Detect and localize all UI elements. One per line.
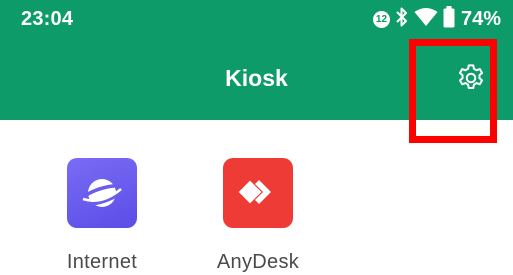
bluetooth-icon (395, 6, 409, 33)
app-grid: Internet AnyDesk (0, 120, 513, 275)
anydesk-icon (223, 158, 293, 228)
status-icons: 12 74% (372, 5, 501, 33)
notification-badge-icon: 12 (372, 10, 390, 28)
app-title: Kiosk (225, 65, 288, 91)
status-time: 23:04 (21, 8, 74, 30)
gear-icon (455, 62, 487, 99)
app-label-anydesk: AnyDesk (216, 251, 300, 273)
battery-percentage: 74% (460, 7, 501, 30)
wifi-icon (414, 7, 438, 32)
kiosk-screen: 23:04 12 74% Kiosk Internet AnyDesk (0, 0, 513, 275)
app-tile-anydesk[interactable]: AnyDesk (188, 158, 328, 274)
app-tile-internet[interactable]: Internet (32, 158, 172, 274)
app-label-internet: Internet (66, 251, 138, 273)
samsung-internet-icon (67, 158, 137, 228)
app-bar: Kiosk (0, 38, 513, 120)
status-bar: 23:04 12 74% (0, 0, 513, 38)
settings-button[interactable] (453, 62, 489, 98)
battery-icon (443, 5, 455, 33)
